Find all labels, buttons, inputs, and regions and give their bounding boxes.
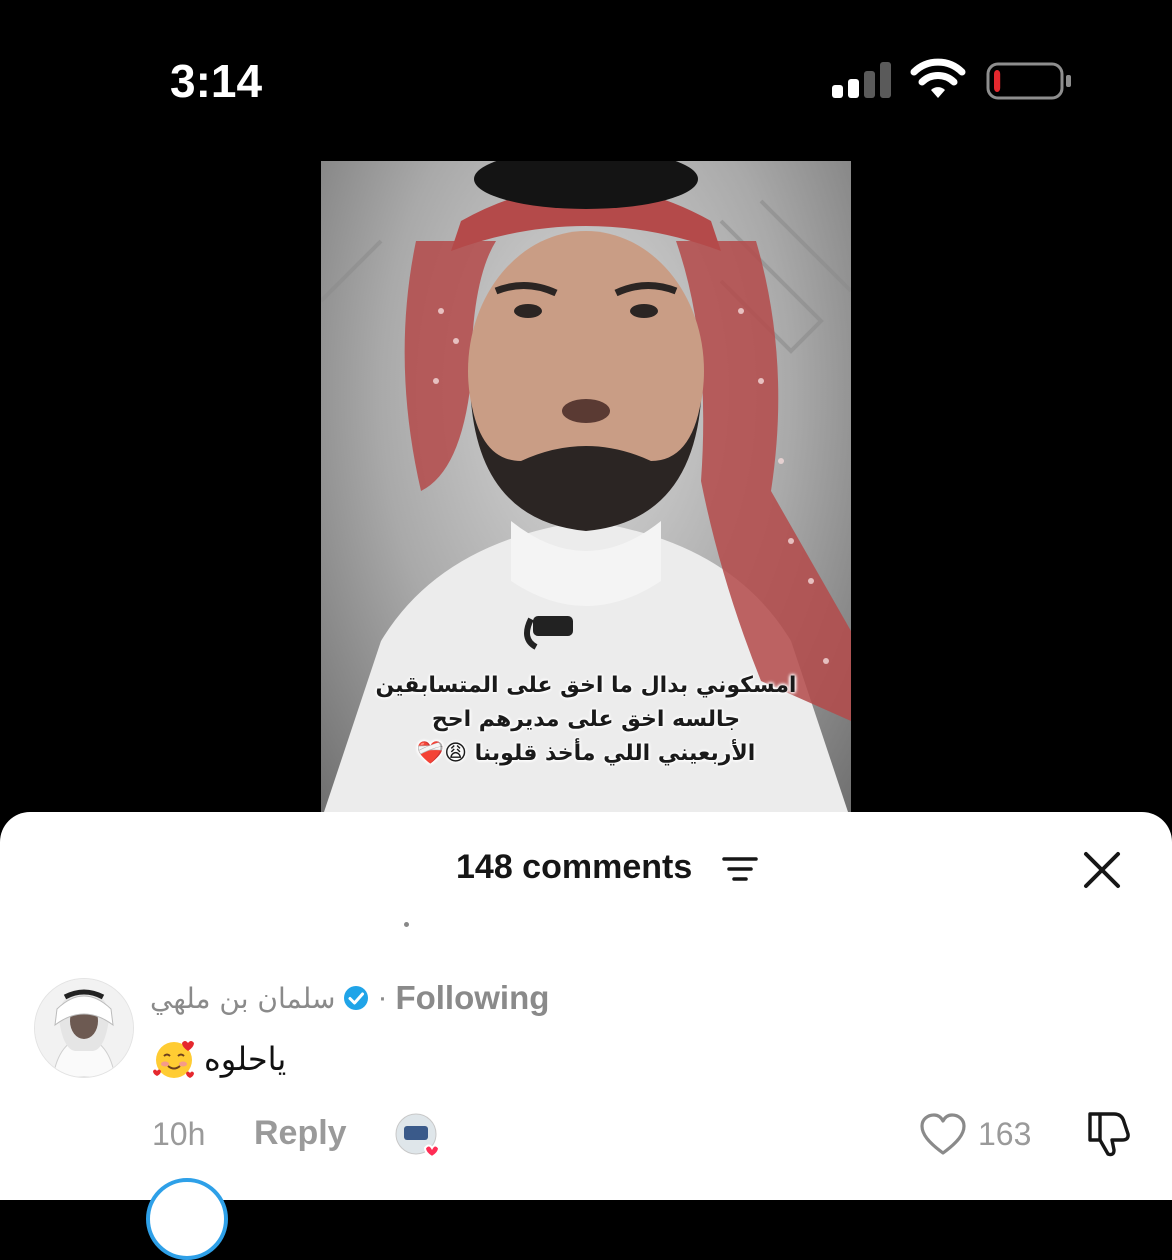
username[interactable]: سلمان بن ملهي [150,982,335,1015]
heart-outline-icon[interactable] [918,1110,968,1160]
thumbs-down-icon[interactable] [1082,1108,1134,1160]
following-label: Following [395,979,550,1016]
video-caption: امسكوني بدال ما اخق على المتسابقين جالسه… [341,669,831,771]
caption-line: جالسه اخق على مديرهم احح [431,707,741,732]
sort-filter-icon[interactable] [722,854,758,884]
comments-header: 148 comments [0,812,1172,922]
loading-dot [404,922,409,927]
video-player[interactable]: امسكوني بدال ما اخق على المتسابقين جالسه… [321,161,851,821]
close-icon[interactable] [1080,848,1124,892]
comment-item: سلمان بن ملهي · Following ياحلوه 10h Rep… [0,962,1172,1172]
avatar[interactable] [34,978,134,1078]
status-time: 3:14 [170,55,263,107]
comment-meta: سلمان بن ملهي · Following [150,976,549,1020]
comments-count: 148 comments [456,848,693,886]
comment-text: ياحلوه [152,1034,286,1084]
avatar-image [35,979,133,1077]
caption-line: امسكوني بدال ما اخق على المتسابقين [375,673,797,698]
meta-separator: · [377,981,388,1014]
battery-low-icon [986,62,1071,100]
comment-time: 10h [152,1116,206,1152]
creator-liked-heart-icon [395,1113,441,1159]
verified-badge-icon [344,986,369,1010]
next-comment-avatar[interactable] [146,1178,228,1260]
like-count: 163 [978,1116,1032,1152]
caption-line: الأربعيني اللي مأخذ قلوبنا 😩❤️‍🩹 [416,741,756,766]
status-bar: 3:14 [0,0,1172,160]
wifi-icon [910,58,966,98]
smiling-face-with-hearts-icon [153,1041,194,1078]
cellular-signal-icon [832,62,892,98]
comment-body: ياحلوه [204,1040,287,1078]
comments-sheet: 148 comments سلمان بن ملهي · Following ي… [0,812,1172,1260]
reply-button[interactable]: Reply [254,1114,347,1153]
